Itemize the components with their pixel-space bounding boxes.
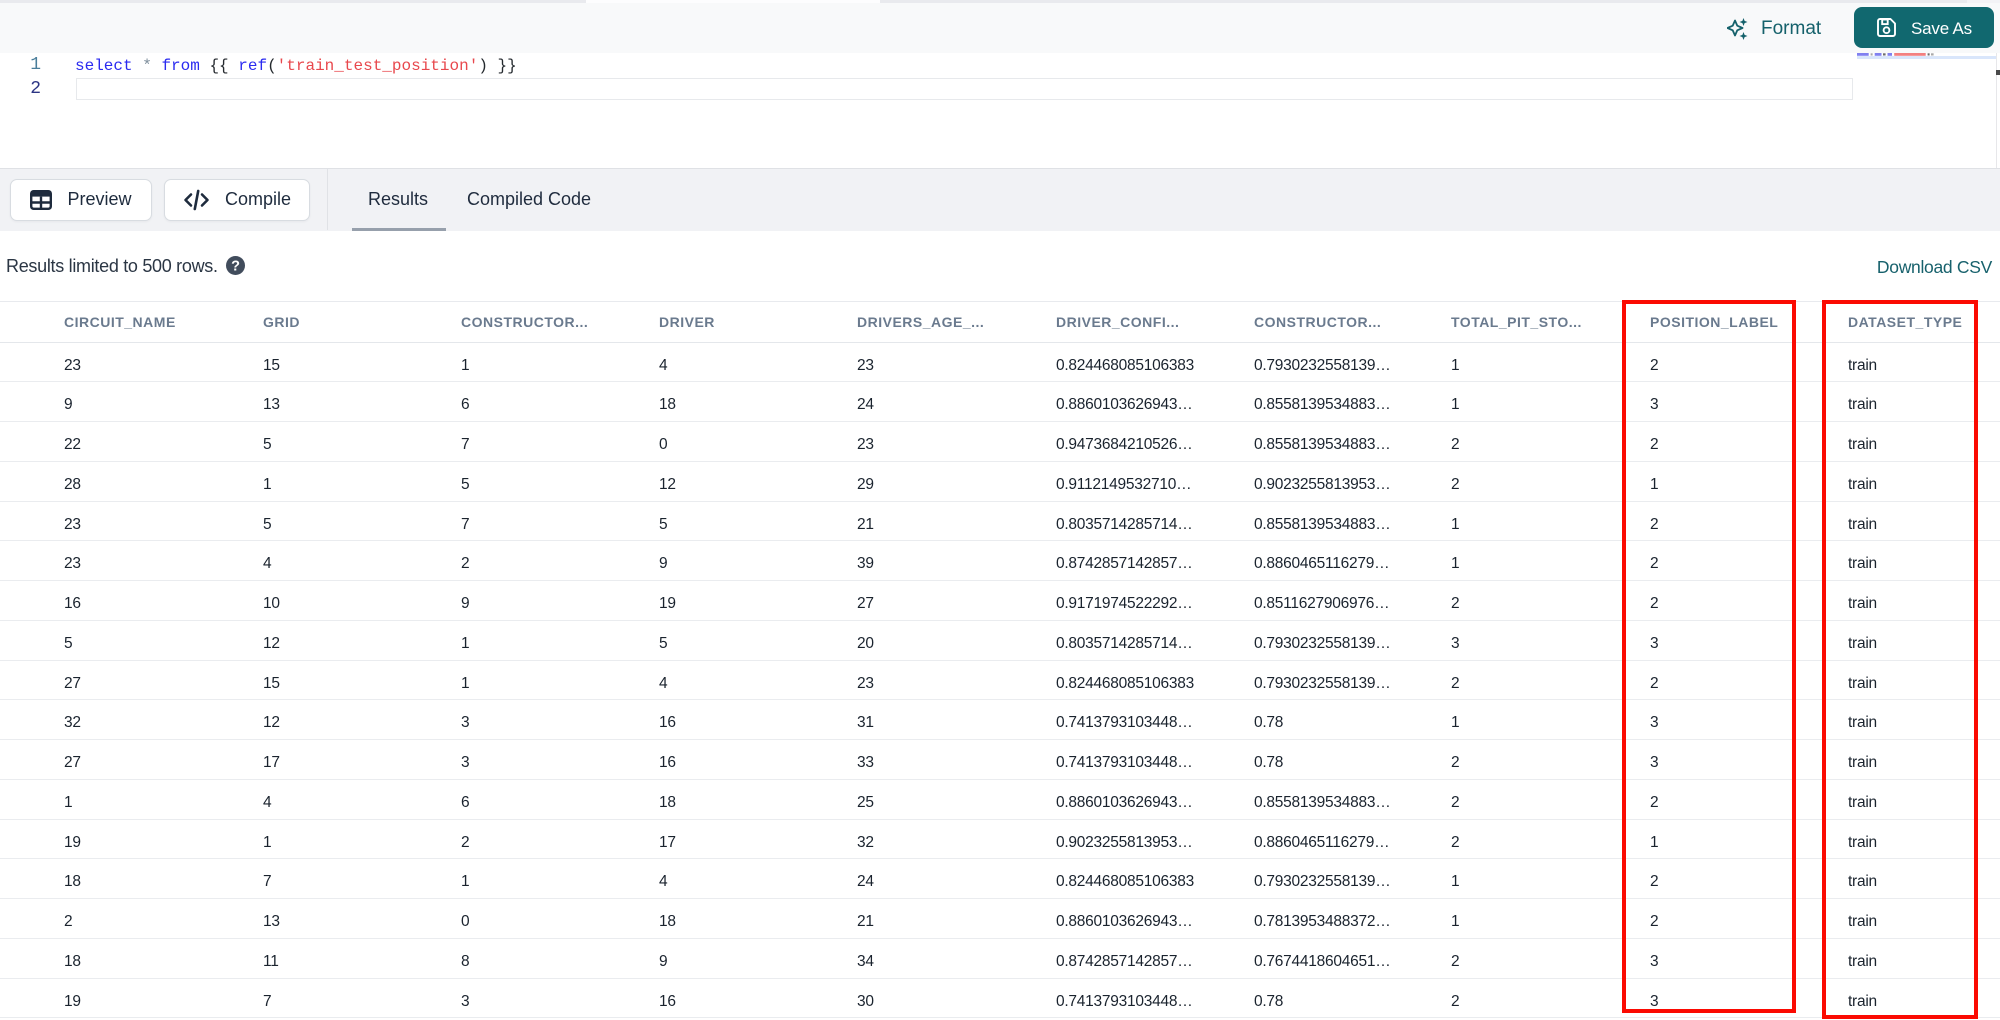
svg-text:?: ? (231, 258, 240, 274)
